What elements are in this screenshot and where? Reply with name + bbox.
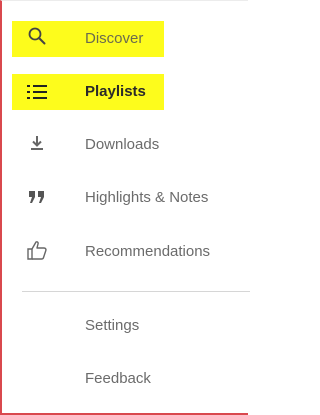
search-icon: [24, 23, 50, 49]
menu-item-label: Highlights & Notes: [85, 189, 209, 206]
menu-item-label: Feedback: [85, 370, 151, 387]
thumbs-up-icon: [24, 237, 50, 263]
download-icon: [24, 130, 50, 156]
menu-divider: [22, 291, 250, 292]
menu-item-label: Settings: [85, 317, 140, 334]
menu-item-label: Playlists: [85, 83, 146, 100]
menu-item-label: Downloads: [85, 136, 160, 153]
navigation-drawer: Discover Playlists Downloads Highlights …: [0, 0, 250, 415]
list-icon: [24, 79, 50, 105]
menu-item-label: Discover: [85, 30, 144, 47]
menu-item-label: Recommendations: [85, 243, 211, 260]
quote-icon: [24, 184, 50, 210]
